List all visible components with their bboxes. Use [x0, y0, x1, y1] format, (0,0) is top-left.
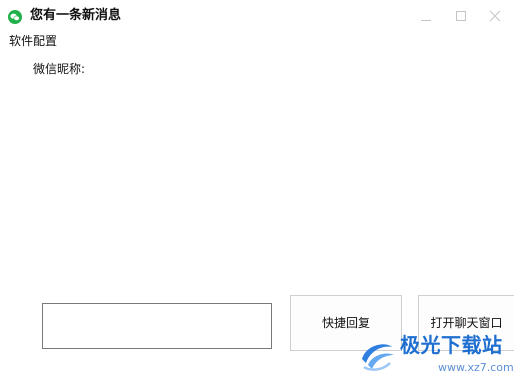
close-icon: [489, 10, 501, 22]
title-bar[interactable]: 您有一条新消息: [0, 0, 519, 32]
maximize-button[interactable]: [449, 6, 473, 26]
maximize-icon: [455, 10, 467, 22]
nickname-label: 微信昵称:: [33, 62, 86, 76]
minimize-button[interactable]: [414, 6, 438, 26]
close-button[interactable]: [483, 6, 507, 26]
watermark-url: www.xz7.com: [438, 361, 514, 374]
wechat-icon: [8, 9, 22, 24]
quick-reply-input[interactable]: [42, 303, 272, 349]
site-watermark: 极光下载站 www.xz7.com: [356, 327, 519, 384]
menu-software-settings[interactable]: 软件配置: [9, 33, 57, 49]
app-window: 您有一条新消息 软件配置 微信昵称: 快捷回复 打开聊天窗口 极光下载站 www…: [0, 0, 519, 384]
minimize-icon: [420, 10, 432, 22]
window-title: 您有一条新消息: [30, 8, 122, 23]
watermark-site-name: 极光下载站: [400, 333, 503, 357]
aurora-logo-icon: [358, 335, 398, 375]
